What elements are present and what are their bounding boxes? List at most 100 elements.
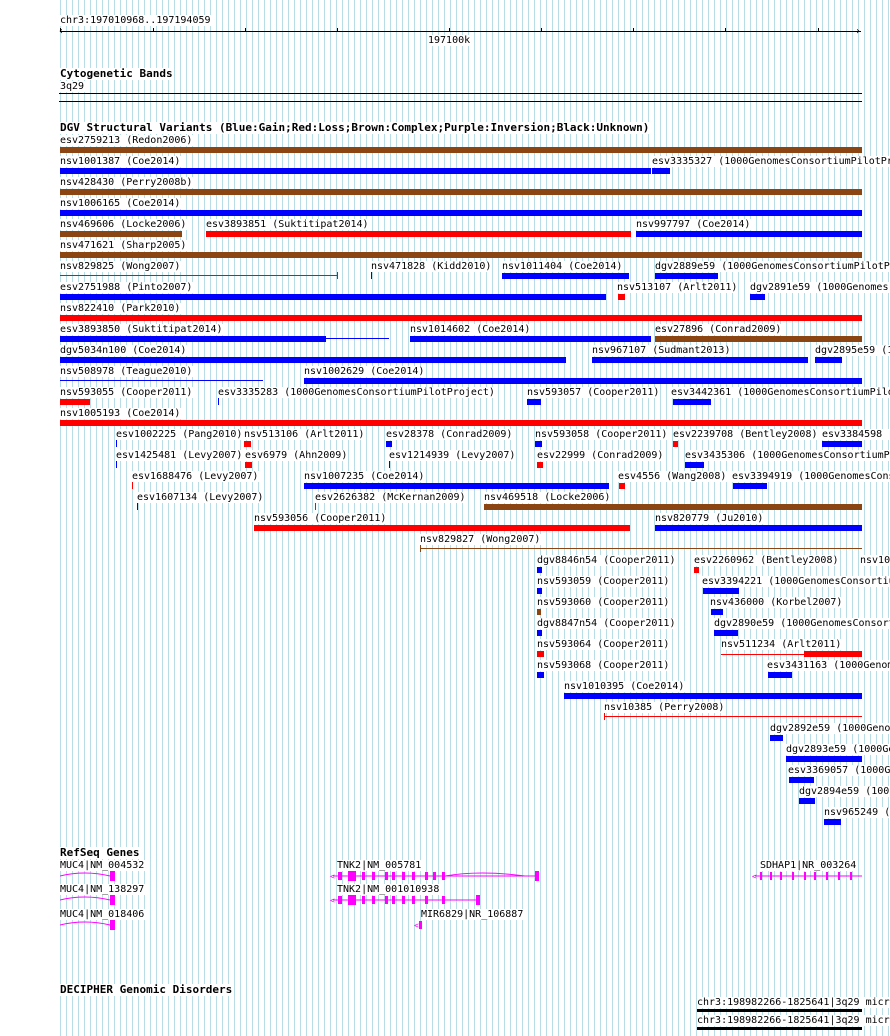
sv-label[interactable]: nsv513107 (Arlt2011) — [617, 282, 739, 293]
sv-bar[interactable] — [60, 147, 862, 153]
sv-label[interactable]: nsv1014602 (Coe2014) — [410, 324, 532, 335]
sv-label[interactable]: nsv829827 (Wong2007) — [420, 534, 542, 545]
sv-label[interactable]: dgv8846n54 (Cooper2011) — [537, 555, 677, 566]
sv-bar[interactable] — [685, 462, 704, 468]
sv-bar[interactable] — [537, 651, 544, 657]
sv-bar[interactable] — [604, 716, 862, 717]
sv-bar[interactable] — [733, 483, 767, 489]
sv-label[interactable]: esv2260962 (Bentley2008) — [694, 555, 840, 566]
sv-label[interactable]: nsv822410 (Park2010) — [60, 303, 182, 314]
sv-label[interactable]: esv1425481 (Levy2007) — [116, 450, 244, 461]
sv-label[interactable]: nsv997797 (Coe2014) — [636, 219, 752, 230]
sv-bar[interactable] — [410, 336, 651, 342]
sv-bar[interactable] — [245, 462, 252, 468]
sv-label[interactable]: dgv2895e59 (1 — [815, 345, 890, 356]
sv-bar[interactable] — [655, 525, 862, 531]
sv-bar[interactable] — [750, 294, 765, 300]
sv-bar[interactable] — [60, 275, 337, 276]
sv-label[interactable]: esv1688476 (Levy2007) — [132, 471, 260, 482]
sv-bar[interactable] — [60, 210, 862, 216]
sv-label[interactable]: nsv593060 (Cooper2011) — [537, 597, 671, 608]
sv-label[interactable]: dgv2891e59 (1000Genomes( — [750, 282, 890, 293]
sv-label[interactable]: nsv469606 (Locke2006) — [60, 219, 188, 230]
sv-bar[interactable] — [60, 294, 606, 300]
decipher-bar[interactable] — [697, 1027, 862, 1030]
sv-bar[interactable] — [60, 357, 566, 363]
sv-bar[interactable] — [60, 168, 651, 174]
sv-bar[interactable] — [484, 504, 862, 510]
sv-bar[interactable] — [132, 482, 133, 489]
cytoband-label[interactable]: 3q29 — [60, 81, 86, 92]
sv-bar[interactable] — [537, 588, 542, 594]
sv-bar[interactable] — [770, 735, 783, 741]
sv-bar[interactable] — [673, 441, 678, 447]
sv-bar[interactable] — [60, 380, 263, 381]
sv-label[interactable]: nsv469518 (Locke2006) — [484, 492, 612, 503]
sv-bar[interactable] — [537, 609, 541, 615]
sv-label[interactable]: esv2759213 (Redon2006) — [60, 135, 194, 146]
sv-label[interactable]: nsv508978 (Teague2010) — [60, 366, 194, 377]
sv-bar[interactable] — [592, 357, 808, 363]
sv-label[interactable]: nsv820779 (Ju2010) — [655, 513, 765, 524]
sv-bar[interactable] — [116, 440, 117, 447]
sv-label[interactable]: esv3369057 (1000G — [788, 765, 890, 776]
sv-bar[interactable] — [786, 756, 862, 762]
sv-label[interactable]: nsv1002629 (Coe2014) — [304, 366, 426, 377]
sv-bar[interactable] — [537, 672, 544, 678]
sv-bar[interactable] — [815, 357, 842, 363]
sv-bar[interactable] — [254, 525, 630, 531]
sv-bar[interactable] — [137, 503, 138, 510]
sv-label[interactable]: nsv593055 (Cooper2011) — [60, 387, 194, 398]
sv-label[interactable]: dgv5034n100 (Coe2014) — [60, 345, 188, 356]
sv-label[interactable]: esv3335327 (1000GenomesConsortiumPilotPr — [652, 156, 890, 167]
sv-bar[interactable] — [537, 567, 542, 573]
gene-label[interactable]: MIR6829|NR_106887 — [421, 909, 525, 920]
sv-label[interactable]: esv6979 (Ahn2009) — [245, 450, 349, 461]
sv-bar[interactable] — [60, 399, 90, 405]
sv-label[interactable]: nsv513106 (Arlt2011) — [244, 429, 366, 440]
sv-label[interactable]: esv3431163 (1000Genom — [767, 660, 890, 671]
sv-label[interactable]: esv3435306 (1000GenomesConsortiumPi — [685, 450, 890, 461]
sv-bar[interactable] — [824, 819, 841, 825]
sv-bar[interactable] — [304, 483, 609, 489]
sv-label[interactable]: dgv2889e59 (1000GenomesConsortiumPilotPr — [655, 261, 890, 272]
sv-bar[interactable] — [673, 399, 711, 405]
sv-label[interactable]: esv2751988 (Pinto2007) — [60, 282, 194, 293]
sv-label[interactable]: nsv471621 (Sharp2005) — [60, 240, 188, 251]
sv-label[interactable]: esv28378 (Conrad2009) — [386, 429, 514, 440]
decipher-label[interactable]: chr3:198982266-1825641|3q29 micro — [697, 1015, 890, 1026]
sv-label[interactable]: esv3384598 ( — [822, 429, 890, 440]
sv-label[interactable]: nsv428430 (Perry2008b) — [60, 177, 194, 188]
sv-bar[interactable] — [60, 336, 326, 342]
sv-label[interactable]: esv4556 (Wang2008) — [618, 471, 728, 482]
sv-label[interactable]: esv3394221 (1000GenomesConsortiu — [702, 576, 890, 587]
sv-label[interactable]: nsv829825 (Wong2007) — [60, 261, 182, 272]
sv-bar[interactable] — [60, 189, 862, 195]
sv-bar[interactable] — [714, 630, 738, 636]
sv-bar[interactable] — [60, 315, 862, 321]
sv-bar[interactable] — [618, 294, 625, 300]
sv-label[interactable]: nsv593056 (Cooper2011) — [254, 513, 388, 524]
sv-label[interactable]: nsv471828 (Kidd2010) — [371, 261, 493, 272]
sv-label[interactable]: nsv436000 (Korbel2007) — [710, 597, 844, 608]
sv-label[interactable]: esv1002225 (Pang2010) — [116, 429, 244, 440]
sv-label[interactable]: dgv2892e59 (1000Geno — [770, 723, 890, 734]
sv-label[interactable]: nsv593064 (Cooper2011) — [537, 639, 671, 650]
gene-model[interactable]: < — [752, 870, 862, 882]
sv-label[interactable]: nsv593057 (Cooper2011) — [527, 387, 661, 398]
sv-label[interactable]: nsv1007235 (Coe2014) — [304, 471, 426, 482]
sv-bar[interactable] — [502, 273, 629, 279]
decipher-label[interactable]: chr3:198982266-1825641|3q29 micro — [697, 997, 890, 1008]
sv-label[interactable]: esv3335283 (1000GenomesConsortiumPilotPr… — [218, 387, 496, 398]
sv-label[interactable]: nsv1006165 (Coe2014) — [60, 198, 182, 209]
sv-label[interactable]: nsv593058 (Cooper2011) — [535, 429, 669, 440]
sv-bar[interactable] — [537, 630, 542, 636]
sv-label[interactable]: esv27896 (Conrad2009) — [655, 324, 783, 335]
sv-label[interactable]: esv1214939 (Levy2007) — [389, 450, 517, 461]
sv-label[interactable]: esv3394919 (1000GenomesConsortium — [732, 471, 890, 482]
sv-label[interactable]: nsv10385 (Perry2008) — [604, 702, 726, 713]
sv-bar[interactable] — [420, 548, 862, 549]
sv-label[interactable]: dgv2894e59 (100 — [799, 786, 890, 797]
sv-label[interactable]: esv2626382 (McKernan2009) — [315, 492, 467, 503]
sv-label[interactable]: nsv1010395 (Coe2014) — [564, 681, 686, 692]
